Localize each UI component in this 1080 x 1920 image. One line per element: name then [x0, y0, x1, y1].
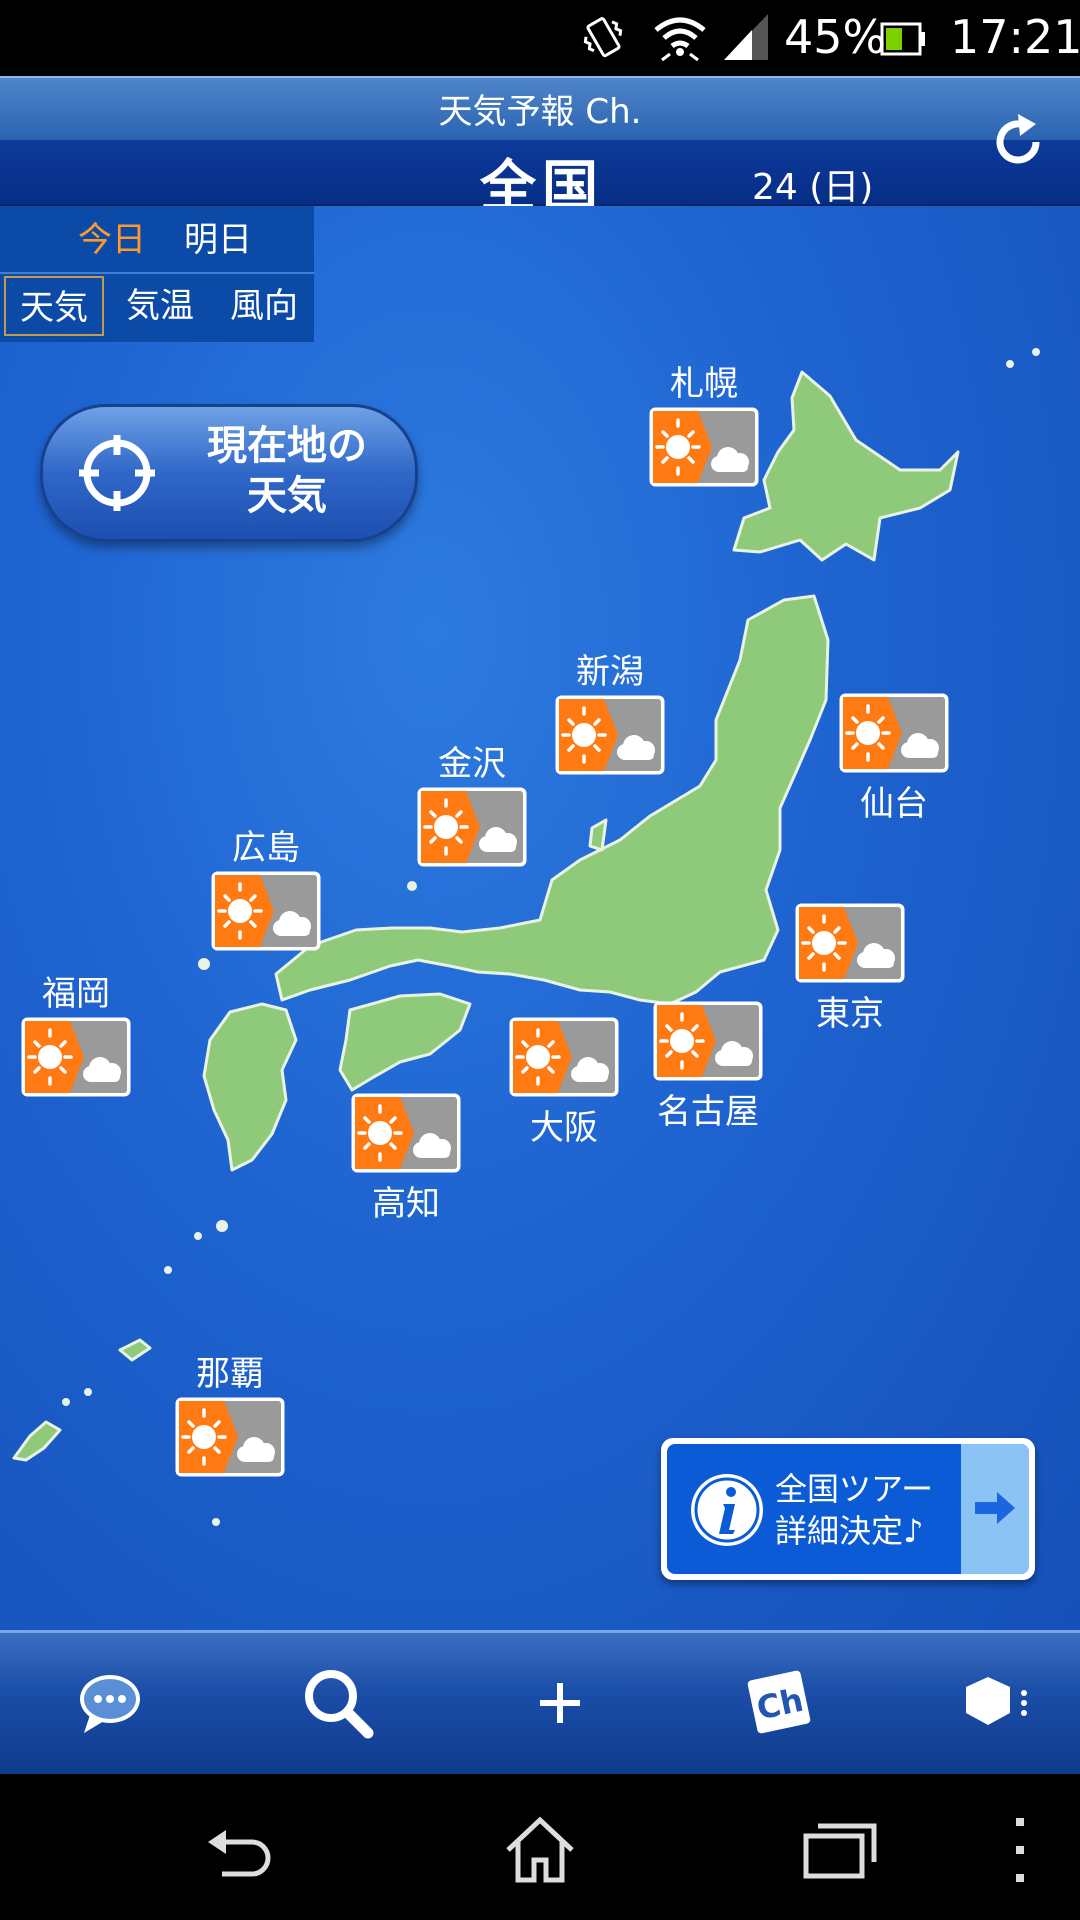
bottom-toolbar: Ch — [0, 1630, 1080, 1777]
tour-info-banner[interactable]: 全国ツアー 詳細決定♪ — [661, 1438, 1035, 1580]
status-bar: 45% 17:21 — [0, 0, 1080, 76]
tab-tomorrow[interactable]: 明日 — [184, 212, 252, 261]
city-name: 札幌 — [670, 364, 738, 404]
plus-icon[interactable] — [520, 1663, 600, 1743]
city-name: 金沢 — [438, 744, 506, 784]
clock: 17:21 — [950, 10, 1080, 64]
wifi-icon — [654, 17, 706, 62]
sunny-then-cloudy-icon — [838, 692, 950, 774]
sunny-then-cloudy-icon — [20, 1016, 132, 1098]
chat-icon[interactable] — [70, 1663, 150, 1743]
menu-icon[interactable] — [960, 1663, 1040, 1743]
forecast-date: 24 (日) — [752, 167, 874, 208]
banner-line2: 詳細決定♪ — [775, 1512, 924, 1550]
city-name: 大阪 — [530, 1108, 598, 1148]
crosshair-icon — [79, 435, 155, 511]
sunny-then-cloudy-icon — [174, 1396, 286, 1478]
banner-line1: 全国ツアー — [775, 1470, 934, 1508]
sunny-then-cloudy-icon — [350, 1092, 462, 1174]
tab-today[interactable]: 今日 — [78, 212, 146, 261]
forecast-tabs: 今日 明日 天気 気温 風向 — [0, 206, 314, 342]
recent-apps-icon[interactable] — [800, 1810, 880, 1890]
city-name: 名古屋 — [657, 1092, 759, 1132]
tab-wind-direction[interactable]: 風向 — [214, 276, 314, 336]
sunny-then-cloudy-icon — [554, 694, 666, 776]
search-icon[interactable] — [298, 1663, 378, 1743]
signal-icon — [724, 14, 768, 60]
sunny-then-cloudy-icon — [648, 406, 760, 488]
city-name: 新潟 — [576, 652, 644, 692]
channel-icon[interactable]: Ch — [740, 1663, 820, 1743]
sunny-then-cloudy-icon — [508, 1016, 620, 1098]
sunny-then-cloudy-icon — [652, 1000, 764, 1082]
weather-map: 今日 明日 天気 気温 風向 現在地の 天気 札幌 新潟 仙台 金沢 広島 東京… — [0, 206, 1080, 1630]
location-label-line1: 現在地の — [207, 423, 367, 469]
arrow-right-icon — [975, 1492, 1015, 1524]
sunny-then-cloudy-icon — [210, 870, 322, 952]
app-title: 天気予報 Ch. — [438, 92, 642, 132]
sunny-then-cloudy-icon — [794, 902, 906, 984]
sunny-then-cloudy-icon — [416, 786, 528, 868]
refresh-icon[interactable] — [988, 112, 1048, 172]
overflow-menu-icon[interactable] — [980, 1810, 1060, 1890]
city-name: 福岡 — [42, 974, 110, 1014]
city-name: 東京 — [816, 994, 884, 1034]
system-nav-bar — [0, 1774, 1080, 1920]
battery-percent: 45% — [784, 10, 887, 64]
home-icon[interactable] — [500, 1810, 580, 1890]
city-name: 那覇 — [196, 1354, 264, 1394]
tab-temperature[interactable]: 気温 — [110, 276, 210, 336]
city-name: 広島 — [232, 828, 300, 868]
app-header: 天気予報 Ch. 全国 24 (日) — [0, 76, 1080, 220]
battery-icon — [880, 22, 925, 56]
location-label-line2: 天気 — [247, 473, 327, 519]
city-name: 高知 — [372, 1184, 440, 1224]
back-icon[interactable] — [200, 1810, 280, 1890]
tab-weather[interactable]: 天気 — [4, 276, 104, 336]
info-icon — [691, 1474, 763, 1546]
city-name: 仙台 — [860, 784, 928, 824]
vibrate-icon — [583, 17, 623, 58]
current-location-button[interactable]: 現在地の 天気 — [40, 404, 418, 542]
